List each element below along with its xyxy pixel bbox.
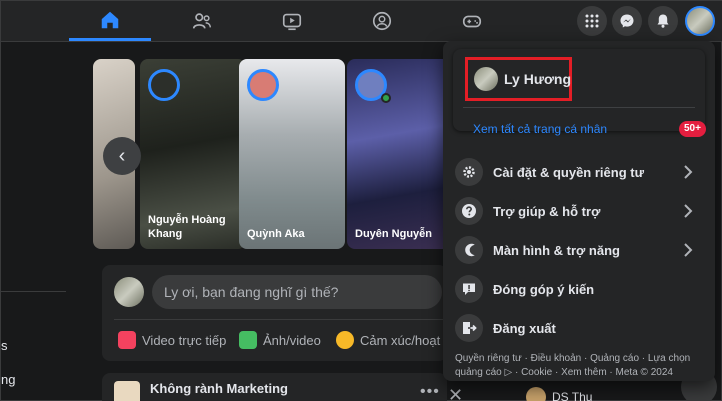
photo-icon [239,331,257,349]
chevron-right-icon [684,165,693,179]
sidebar-divider [1,291,66,292]
nav-tab-friends[interactable] [161,1,243,41]
menu-item-label: Màn hình & trợ năng [493,242,620,258]
story-name: Nguyễn Hoàng Khang [148,214,226,240]
menu-item-label: Đăng xuất [493,320,556,336]
groups-icon [372,11,392,31]
feedback-icon [455,275,483,303]
logout-icon [455,314,483,342]
post-more-options-icon[interactable]: ••• [420,383,440,401]
story-card[interactable]: Nguyễn Hoàng Khang [140,59,246,249]
online-status-dot [381,93,391,103]
contact-avatar [526,387,546,401]
menu-grid-button[interactable] [577,6,607,36]
stories-previous-button[interactable]: ‹ [103,137,141,175]
menu-item-label: Đóng góp ý kiến [493,281,595,297]
gear-icon [455,158,483,186]
post-composer: Ly ơi, bạn đang nghĩ gì thế? Video trực … [102,265,458,361]
live-video-icon [118,331,136,349]
chevron-right-icon [684,204,693,218]
messenger-button[interactable] [612,6,642,36]
see-all-profiles-link[interactable]: Xem tất cả trang cá nhân [473,122,607,136]
post-page-name[interactable]: Không rành Marketing [150,381,288,396]
contact-item[interactable]: DS Thu [526,387,592,401]
top-navigation-bar [1,1,722,42]
account-menu: Ly Hương Xem tất cả trang cá nhân 50+ Cà… [443,41,715,381]
account-avatar-button[interactable] [685,6,715,36]
story-card[interactable]: Duyên Nguyễn [347,59,453,249]
bell-icon [657,14,669,28]
photo-video-button[interactable]: Ảnh/video [239,325,321,355]
grid-icon [585,14,599,28]
menu-item-display-accessibility[interactable]: Màn hình & trợ năng [453,231,705,269]
menu-item-label: Cài đặt & quyền riêng tư [493,164,644,180]
photo-video-label: Ảnh/video [263,332,321,348]
messenger-icon [620,14,634,28]
nav-tab-home[interactable] [69,1,151,41]
moon-icon [455,236,483,264]
chevron-right-icon [684,243,693,257]
gamepad-icon [462,15,482,28]
menu-footer-links[interactable]: Quyền riêng tư · Điều khoản · Quảng cáo … [455,352,705,380]
feed-post: Không rành Marketing ••• [102,373,447,401]
video-icon [282,13,302,31]
composer-avatar[interactable] [114,277,144,307]
menu-item-give-feedback[interactable]: Đóng góp ý kiến [453,270,705,308]
smiley-icon [336,331,354,349]
menu-item-settings-privacy[interactable]: Cài đặt & quyền riêng tư [453,153,705,191]
profile-switch-item[interactable]: Ly Hương [465,57,572,101]
profile-avatar [474,67,498,91]
contact-name: DS Thu [552,390,593,401]
composer-divider [114,319,444,320]
story-avatar [148,69,180,101]
notifications-button[interactable] [648,6,678,36]
profile-divider [463,107,695,108]
profile-card: Ly Hương Xem tất cả trang cá nhân 50+ [453,49,706,137]
nav-tab-groups[interactable] [341,1,423,41]
story-name: Quỳnh Aka [247,228,305,240]
live-video-button[interactable]: Video trực tiếp [118,325,226,355]
menu-item-label: Trợ giúp & hỗ trợ [493,203,601,219]
story-name: Duyên Nguyễn [355,228,433,240]
profile-name: Ly Hương [504,71,572,87]
menu-item-help-support[interactable]: Trợ giúp & hỗ trợ [453,192,705,230]
nav-tab-video[interactable] [251,1,333,41]
live-video-label: Video trực tiếp [142,332,227,348]
help-icon [455,197,483,225]
story-card[interactable]: Quỳnh Aka [239,59,345,249]
feeling-activity-button[interactable]: Cảm xúc/hoạt độ [336,325,458,355]
close-icon[interactable]: ✕ [448,385,463,401]
nav-tab-gaming[interactable] [431,1,513,41]
friends-icon [192,13,211,29]
stories-carousel: Nguyễn Hoàng Khang Quỳnh Aka Duyên Nguyễ… [93,59,453,249]
post-page-avatar[interactable] [114,381,140,401]
sidebar-fragment[interactable]: ng [1,372,15,387]
menu-item-log-out[interactable]: Đăng xuất [453,309,705,347]
home-icon [101,11,119,28]
story-avatar [247,69,279,101]
profiles-count-badge: 50+ [679,121,706,137]
sidebar-fragment[interactable]: s [1,338,8,353]
whats-on-your-mind-input[interactable]: Ly ơi, bạn đang nghĩ gì thế? [152,275,442,309]
